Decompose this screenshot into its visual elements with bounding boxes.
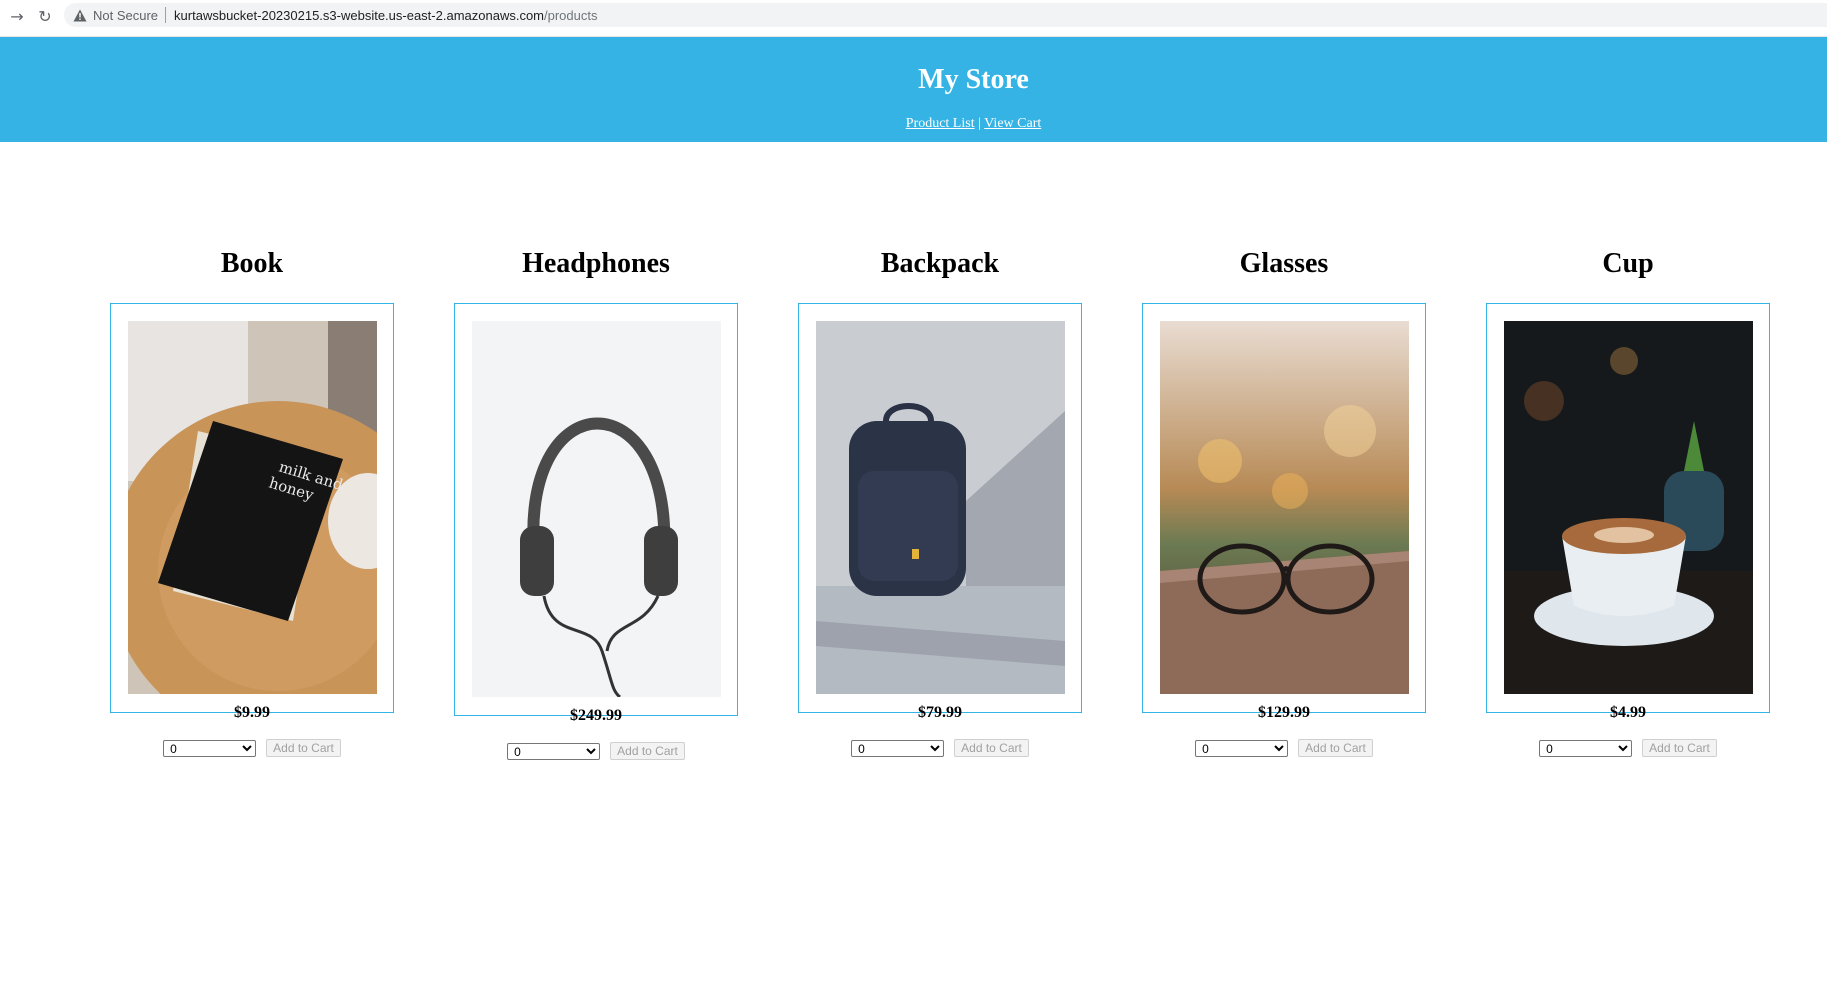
add-to-cart-button[interactable]: Add to Cart (1298, 739, 1373, 757)
url-path: /products (544, 7, 598, 23)
product-price: $129.99 (1258, 704, 1310, 721)
nav-separator: | (978, 116, 981, 131)
backpack-photo (816, 321, 1065, 694)
product-controls: 0 Add to Cart (110, 739, 394, 757)
forward-arrow-icon[interactable]: → (6, 5, 28, 27)
glasses-photo (1160, 321, 1409, 694)
product-name: Book (220, 248, 284, 279)
quantity-select[interactable]: 0 (851, 739, 945, 757)
url-host: kurtawsbucket-20230215.s3-website.us-eas… (174, 7, 545, 23)
product-price: $249.99 (570, 707, 622, 724)
store-nav: Product List | View Cart (0, 116, 1827, 132)
add-to-cart-button[interactable]: Add to Cart (1642, 739, 1717, 757)
browser-toolbar: → ↻ Not Secure kurtawsbucket-20230215.s3… (0, 0, 1827, 37)
product-image-frame (798, 303, 1082, 713)
add-to-cart-button[interactable]: Add to Cart (610, 742, 685, 760)
product-list-link[interactable]: Product List (906, 116, 975, 131)
quantity-select[interactable]: 0 (1539, 739, 1633, 757)
product-controls: 0 Add to Cart (798, 739, 1082, 757)
security-label[interactable]: Not Secure (93, 8, 158, 23)
product-price: $4.99 (1610, 704, 1646, 721)
product-controls: 0 Add to Cart (454, 742, 738, 760)
product-name: Glasses (1239, 248, 1329, 279)
product-controls: 0 Add to Cart (1486, 739, 1770, 757)
headphones-photo (472, 321, 721, 697)
product-name: Backpack (880, 248, 1000, 279)
product-name: Cup (1602, 248, 1654, 279)
view-cart-link[interactable]: View Cart (984, 116, 1041, 131)
product-price: $79.99 (918, 704, 962, 721)
address-bar[interactable]: Not Secure kurtawsbucket-20230215.s3-web… (64, 3, 1827, 27)
product-image-frame (1142, 303, 1426, 713)
product-name: Headphones (522, 248, 670, 279)
warning-icon (72, 7, 88, 23)
product-image-frame: milk and honey (110, 303, 394, 713)
reload-icon[interactable]: ↻ (34, 5, 56, 27)
store-header: My Store Product List | View Cart (0, 37, 1827, 142)
product-image-frame (1486, 303, 1770, 713)
quantity-select[interactable]: 0 (163, 739, 257, 757)
add-to-cart-button[interactable]: Add to Cart (954, 739, 1029, 757)
add-to-cart-button[interactable]: Add to Cart (266, 739, 341, 757)
product-price: $9.99 (234, 704, 270, 721)
quantity-select[interactable]: 0 (507, 742, 601, 760)
quantity-select[interactable]: 0 (1195, 739, 1289, 757)
cup-photo (1504, 321, 1753, 694)
address-divider (165, 7, 167, 23)
book-photo: milk and honey (128, 321, 377, 694)
store-title: My Store (918, 64, 1029, 95)
product-controls: 0 Add to Cart (1142, 739, 1426, 757)
product-image-frame (454, 303, 738, 716)
